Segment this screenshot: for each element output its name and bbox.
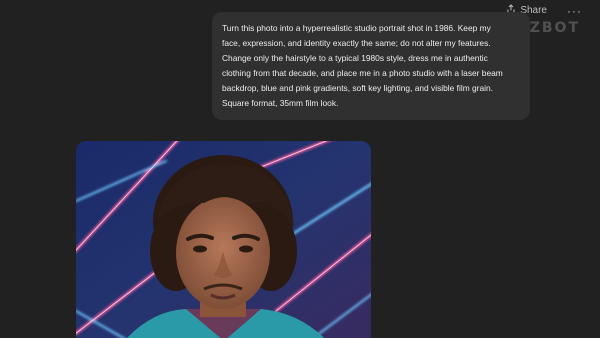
more-options-button[interactable]: ··· [567,5,582,17]
portrait-picture [76,141,371,338]
user-message-bubble: Turn this photo into a hyperrealistic st… [212,12,530,120]
chat-window: Share ··· GIZBOT Turn this photo into a … [0,0,600,338]
generated-image[interactable] [76,141,371,338]
